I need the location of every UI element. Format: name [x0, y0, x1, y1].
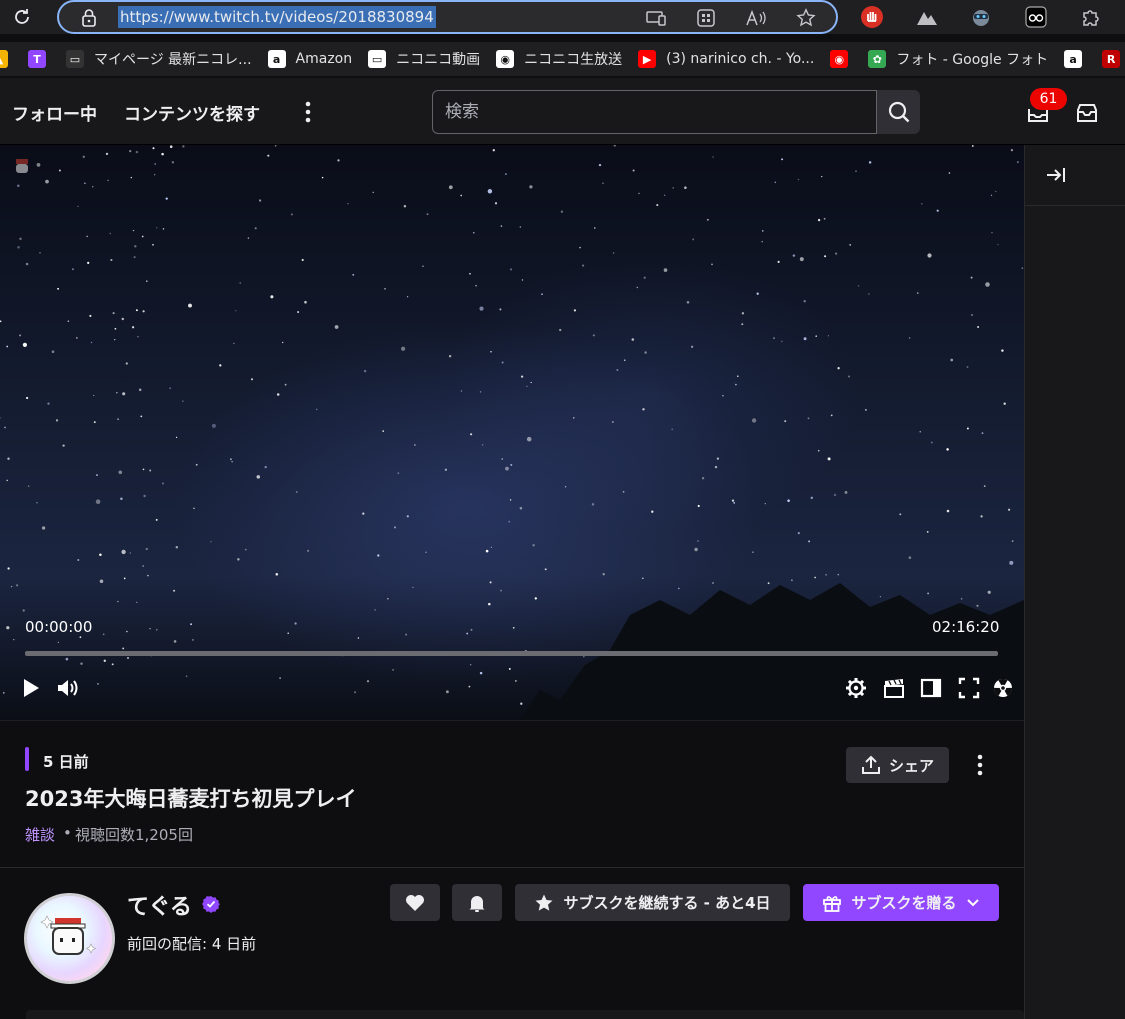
bookmark-label: ニコニコ動画 [396, 52, 481, 68]
whispers-inbox-icon[interactable] [1074, 100, 1100, 126]
last-live-text: 前回の配信: 4 日前 [127, 935, 257, 953]
resubscribe-button[interactable]: サブスクを継続する - あと4日 [515, 884, 790, 921]
tree-silhouette [520, 583, 1024, 720]
streamer-watermark-icon [12, 155, 32, 175]
cast-icon[interactable] [645, 7, 667, 29]
twitch-icon: T [28, 50, 46, 68]
verified-badge-icon [202, 895, 220, 913]
top-nav: フォロー中 コンテンツを探す [0, 78, 1125, 145]
share-label: シェア [888, 756, 934, 775]
channel-section: てぐる 前回の配信: 4 日前 サブスクを継続する - あと4日 サブスクを贈る [0, 869, 1024, 1019]
accent-bar [25, 747, 29, 771]
browser-toolbar: https://www.twitch.tv/videos/2018830894 [0, 0, 1125, 34]
bookmark-item[interactable]: R [1094, 45, 1125, 73]
search-button[interactable] [877, 90, 920, 134]
bookmark-item[interactable]: ▲ [0, 45, 20, 73]
bookmark-label: マイページ 最新ニコレ... [94, 52, 252, 68]
eyes-extension-icon[interactable] [1023, 4, 1049, 30]
lock-icon[interactable] [81, 8, 97, 28]
bookmark-item[interactable]: ◉ ニコニコ生放送 [488, 45, 630, 73]
niconico-tv-icon: ▭ [66, 50, 84, 68]
heart-icon [404, 893, 426, 913]
notification-bell-button[interactable] [452, 884, 502, 921]
mountain-extension-icon[interactable] [914, 4, 940, 30]
bookmark-item[interactable]: ◉ [822, 45, 860, 73]
favorite-star-icon[interactable] [795, 7, 817, 29]
duration: 02:16:20 [932, 618, 1000, 636]
nav-browse[interactable]: コンテンツを探す [124, 100, 260, 125]
nav-following[interactable]: フォロー中 [12, 100, 97, 125]
channel-avatar[interactable] [24, 893, 115, 984]
ghost-with-hat-icon [40, 915, 97, 955]
bookmark-label: ニコニコ生放送 [524, 52, 623, 68]
bookmark-label: (3) narinico ch. - Yo... [666, 51, 815, 67]
separator-dot: • [63, 824, 72, 842]
bookmark-item[interactable]: ✿ フォト - Google フォト [860, 45, 1056, 73]
gift-sub-button[interactable]: サブスクを贈る [803, 884, 999, 921]
current-time: 00:00:00 [25, 618, 93, 636]
settings-gear-icon[interactable] [844, 676, 868, 700]
reload-icon[interactable] [10, 5, 34, 29]
notification-count-badge: 61 [1030, 88, 1067, 110]
right-rail [1024, 145, 1125, 1019]
video-title: 2023年大晦日蕎麦打ち初見プレイ [25, 787, 357, 811]
bookmark-label: Amazon [295, 51, 353, 67]
niconico-tv-icon: ▭ [368, 50, 387, 68]
apps-icon[interactable] [695, 7, 717, 29]
category-link[interactable]: 雑談 [25, 824, 55, 845]
radiation-extension-icon[interactable] [991, 676, 1015, 700]
published-ago: 5 日前 [43, 753, 89, 771]
search-input[interactable] [432, 90, 877, 134]
more-vertical-icon[interactable] [296, 98, 320, 126]
bookmark-item[interactable]: a Amazon [260, 45, 361, 73]
google-photos-icon: ✿ [868, 50, 887, 68]
search-icon [888, 101, 910, 123]
rail-header [1025, 145, 1125, 206]
volume-icon[interactable] [56, 676, 80, 700]
bookmark-item[interactable]: ▭ マイページ 最新ニコレ... [58, 45, 260, 73]
bookmark-label: フォト - Google フォト [896, 52, 1049, 68]
play-icon[interactable] [19, 676, 43, 700]
amazon-icon: a [1064, 50, 1083, 68]
clip-clapper-icon[interactable] [882, 676, 906, 700]
url-text[interactable]: https://www.twitch.tv/videos/2018830894 [118, 6, 436, 28]
resubscribe-label: サブスクを継続する - あと4日 [563, 894, 771, 912]
view-count: 視聴回数1,205回 [75, 826, 193, 844]
rakuten-icon: R [1102, 50, 1121, 68]
panel-strip [26, 1010, 1024, 1019]
youtube-music-icon: ◉ [830, 50, 849, 68]
bookmark-item[interactable]: T [20, 45, 58, 73]
star-icon [534, 893, 554, 913]
gift-sub-label: サブスクを贈る [851, 894, 957, 912]
fullscreen-icon[interactable] [957, 676, 981, 700]
google-drive-icon: ▲ [0, 50, 8, 68]
bookmark-item[interactable]: ▶ (3) narinico ch. - Yo... [630, 45, 822, 73]
chevron-down-icon [966, 898, 980, 908]
video-player[interactable]: 00:00:00 02:16:20 [0, 145, 1024, 720]
extensions-puzzle-icon[interactable] [1078, 4, 1104, 30]
read-aloud-icon[interactable] [745, 7, 767, 29]
seek-bar[interactable] [25, 651, 998, 656]
character-extension-icon[interactable] [968, 4, 994, 30]
stop-hand-extension-icon[interactable] [859, 4, 885, 30]
address-bar[interactable]: https://www.twitch.tv/videos/2018830894 [57, 0, 838, 34]
share-upload-icon [861, 755, 881, 775]
follow-heart-button[interactable] [390, 884, 440, 921]
bell-icon [467, 893, 487, 913]
bookmarks-bar: ▲ T ▭ マイページ 最新ニコレ... a Amazon ▭ ニコニコ動画 ◉ ニコニコ生放送 ▶… [0, 42, 1125, 76]
theatre-mode-icon[interactable] [919, 676, 943, 700]
amazon-icon: a [267, 50, 286, 68]
channel-name[interactable]: てぐる [127, 889, 192, 921]
expand-rail-arrow-icon[interactable] [1045, 166, 1067, 184]
niconico-live-icon: ◉ [496, 50, 515, 68]
more-options-icon[interactable] [968, 753, 992, 777]
bookmark-item[interactable]: a [1056, 45, 1094, 73]
youtube-icon: ▶ [638, 50, 657, 68]
share-button[interactable]: シェア [846, 747, 949, 783]
gift-icon [822, 893, 842, 913]
bookmark-item[interactable]: ▭ ニコニコ動画 [360, 45, 488, 73]
video-info: 5 日前 2023年大晦日蕎麦打ち初見プレイ 雑談 • 視聴回数1,205回 シ… [0, 720, 1024, 868]
